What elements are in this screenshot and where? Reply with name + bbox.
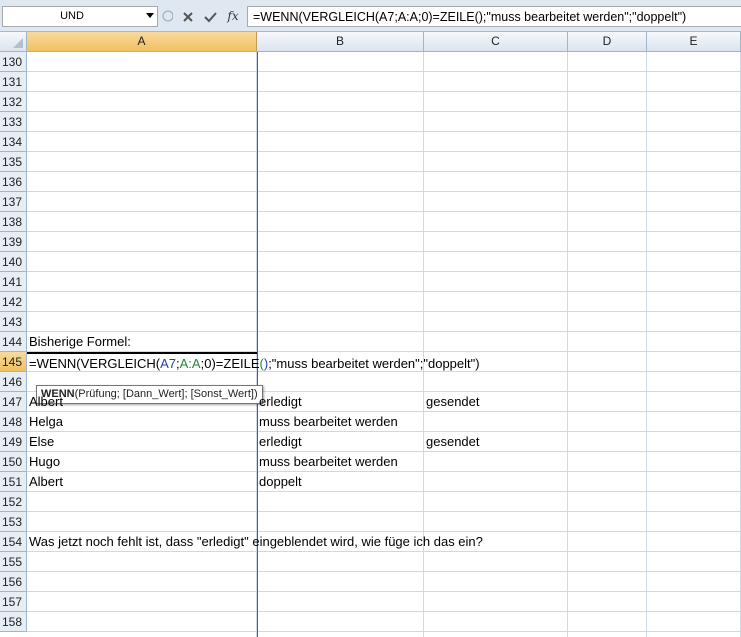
row-header-142[interactable]: 142 bbox=[0, 292, 27, 312]
row-header-157[interactable]: 157 bbox=[0, 592, 27, 612]
gridline-horizontal bbox=[27, 611, 741, 612]
worksheet: ABCDE 130 131 132 133 134 135 136 137 138 139 140 1… bbox=[0, 32, 741, 637]
name-box-value: UND bbox=[60, 10, 84, 22]
gridline-horizontal bbox=[27, 231, 741, 232]
row-header-134[interactable]: 134 bbox=[0, 132, 27, 152]
cell-a154[interactable]: Was jetzt noch fehlt ist, dass "erledigt… bbox=[27, 532, 483, 552]
row-header-146[interactable]: 146 bbox=[0, 372, 27, 392]
row-header-145[interactable]: 145 bbox=[0, 352, 27, 372]
gridline-horizontal bbox=[27, 311, 741, 312]
cell-b150[interactable]: muss bearbeitet werden bbox=[257, 452, 398, 472]
column-header-row: ABCDE bbox=[0, 32, 741, 52]
formula-part: =WENN(VERGLEICH( bbox=[29, 356, 161, 371]
gridline-horizontal bbox=[27, 291, 741, 292]
column-header-d[interactable]: D bbox=[568, 32, 647, 51]
row-header-133[interactable]: 133 bbox=[0, 112, 27, 132]
gridline-horizontal bbox=[27, 211, 741, 212]
row-header-147[interactable]: 147 bbox=[0, 392, 27, 412]
gridline-horizontal bbox=[27, 491, 741, 492]
gridline-horizontal bbox=[27, 591, 741, 592]
enter-button[interactable] bbox=[201, 7, 219, 26]
row-header-132[interactable]: 132 bbox=[0, 92, 27, 112]
cell-a150[interactable]: Hugo bbox=[27, 452, 60, 472]
row-header-144[interactable]: 144 bbox=[0, 332, 27, 352]
column-header-b[interactable]: B bbox=[257, 32, 424, 51]
function-tooltip: WENN(Prüfung; [Dann_Wert]; [Sonst_Wert]) bbox=[36, 385, 263, 404]
row-header-148[interactable]: 148 bbox=[0, 412, 27, 432]
row-header-131[interactable]: 131 bbox=[0, 72, 27, 92]
chevron-down-icon[interactable] bbox=[146, 13, 154, 18]
cell-b147[interactable]: erledigt bbox=[257, 392, 302, 412]
gridline-horizontal bbox=[27, 191, 741, 192]
formula-input[interactable]: =WENN(VERGLEICH(A7;A:A;0)=ZEILE();"muss … bbox=[247, 6, 741, 27]
gridline-horizontal bbox=[27, 71, 741, 72]
cell-a147[interactable]: Albert bbox=[27, 392, 63, 412]
row-header-135[interactable]: 135 bbox=[0, 152, 27, 172]
row-header-152[interactable]: 152 bbox=[0, 492, 27, 512]
cancel-icon bbox=[183, 12, 193, 22]
row-header-151[interactable]: 151 bbox=[0, 472, 27, 492]
row-header-140[interactable]: 140 bbox=[0, 252, 27, 272]
row-header-137[interactable]: 137 bbox=[0, 192, 27, 212]
row-header-156[interactable]: 156 bbox=[0, 572, 27, 592]
gridline-horizontal bbox=[27, 571, 741, 572]
formula-ref-aa: A:A bbox=[179, 356, 201, 371]
cell-a148[interactable]: Helga bbox=[27, 412, 63, 432]
cell-c147[interactable]: gesendet bbox=[424, 392, 480, 412]
gridline-horizontal bbox=[27, 131, 741, 132]
active-cell-formula: =WENN(VERGLEICH(A7;A:A;0)=ZEILE();"muss … bbox=[29, 354, 480, 374]
cancel-button[interactable] bbox=[179, 7, 197, 26]
formula-input-text: =WENN(VERGLEICH(A7;A:A;0)=ZEILE();"muss … bbox=[253, 10, 687, 24]
gridline-horizontal bbox=[27, 511, 741, 512]
column-header-a[interactable]: A bbox=[27, 32, 257, 51]
gridline-vertical bbox=[646, 52, 647, 637]
column-header-e[interactable]: E bbox=[647, 32, 741, 51]
gridline-horizontal bbox=[27, 631, 741, 632]
row-header-153[interactable]: 153 bbox=[0, 512, 27, 532]
gridline-horizontal bbox=[27, 111, 741, 112]
gridline-horizontal bbox=[27, 251, 741, 252]
formula-part: ;"muss bearbeitet werden";"doppelt") bbox=[268, 356, 480, 371]
row-header-138[interactable]: 138 bbox=[0, 212, 27, 232]
row-header-143[interactable]: 143 bbox=[0, 312, 27, 332]
cell-a151[interactable]: Albert bbox=[27, 472, 63, 492]
cell-b151[interactable]: doppelt bbox=[257, 472, 302, 492]
column-header-c[interactable]: C bbox=[424, 32, 568, 51]
row-header-136[interactable]: 136 bbox=[0, 172, 27, 192]
cell-c149[interactable]: gesendet bbox=[424, 432, 480, 452]
row-header-139[interactable]: 139 bbox=[0, 232, 27, 252]
gridline-horizontal bbox=[27, 171, 741, 172]
cell-a144[interactable]: Bisherige Formel: bbox=[27, 332, 131, 352]
gridline-horizontal bbox=[27, 271, 741, 272]
grip-icon[interactable] bbox=[161, 7, 174, 26]
gridline-vertical bbox=[567, 52, 568, 637]
cell-b149[interactable]: erledigt bbox=[257, 432, 302, 452]
insert-function-button[interactable]: fx bbox=[223, 7, 243, 26]
row-header-141[interactable]: 141 bbox=[0, 272, 27, 292]
tooltip-arguments: (Prüfung; [Dann_Wert]; [Sonst_Wert]) bbox=[74, 388, 258, 400]
gridline-horizontal bbox=[27, 151, 741, 152]
row-header-154[interactable]: 154 bbox=[0, 532, 27, 552]
row-header-155[interactable]: 155 bbox=[0, 552, 27, 572]
gridline-horizontal bbox=[27, 91, 741, 92]
formula-bar: UND fx =WENN(VERGLEICH(A7;A:A;0)=ZEILE()… bbox=[0, 0, 741, 32]
row-header-150[interactable]: 150 bbox=[0, 452, 27, 472]
active-cell-editor[interactable]: =WENN(VERGLEICH(A7;A:A;0)=ZEILE();"muss … bbox=[27, 352, 480, 372]
formula-tools: fx bbox=[161, 5, 245, 28]
enter-icon bbox=[203, 12, 217, 23]
select-all-icon bbox=[13, 38, 23, 48]
formula-ref-a7: A7 bbox=[160, 356, 177, 371]
gridline-horizontal bbox=[27, 331, 741, 332]
row-header-149[interactable]: 149 bbox=[0, 432, 27, 452]
cell-grid[interactable]: =WENN(VERGLEICH(A7;A:A;0)=ZEILE();"muss … bbox=[27, 52, 741, 637]
cell-a149[interactable]: Else bbox=[27, 432, 54, 452]
select-all-button[interactable] bbox=[0, 32, 27, 51]
cell-b148[interactable]: muss bearbeitet werden bbox=[257, 412, 398, 432]
row-header-158[interactable]: 158 bbox=[0, 612, 27, 632]
formula-part: ;0)=ZEILE bbox=[200, 356, 260, 371]
row-header-130[interactable]: 130 bbox=[0, 52, 27, 72]
name-box[interactable]: UND bbox=[2, 6, 158, 27]
